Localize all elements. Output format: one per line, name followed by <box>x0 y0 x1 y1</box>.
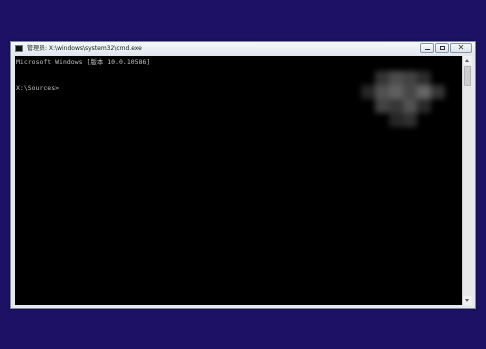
title-bar[interactable]: 管理员: X:\windows\system32\cmd.exe ✕ <box>11 42 475 56</box>
console-output[interactable]: Microsoft Windows [版本 10.0.10586] X:\Sou… <box>15 56 463 305</box>
blurred-region <box>361 71 445 127</box>
minimize-icon <box>425 49 430 50</box>
maximize-icon <box>440 46 445 50</box>
scroll-thumb[interactable] <box>464 66 471 86</box>
scroll-up-button[interactable] <box>463 56 472 65</box>
arrow-down-icon <box>465 299 469 302</box>
cmd-icon[interactable] <box>15 45 23 52</box>
arrow-up-icon <box>465 59 469 62</box>
console-prompt-line[interactable]: X:\Sources> <box>16 84 59 92</box>
maximize-button[interactable] <box>435 43 449 53</box>
desktop-background: 管理员: X:\windows\system32\cmd.exe ✕ Micro… <box>0 0 486 349</box>
window-title: 管理员: X:\windows\system32\cmd.exe <box>27 45 142 52</box>
window-controls: ✕ <box>419 43 472 54</box>
scroll-down-button[interactable] <box>463 296 472 305</box>
console-version-line: Microsoft Windows [版本 10.0.10586] <box>16 58 151 66</box>
minimize-button[interactable] <box>420 43 434 53</box>
cmd-window[interactable]: 管理员: X:\windows\system32\cmd.exe ✕ Micro… <box>10 41 476 309</box>
close-button[interactable]: ✕ <box>450 43 472 53</box>
close-icon: ✕ <box>457 43 465 52</box>
vertical-scrollbar[interactable] <box>462 56 472 305</box>
